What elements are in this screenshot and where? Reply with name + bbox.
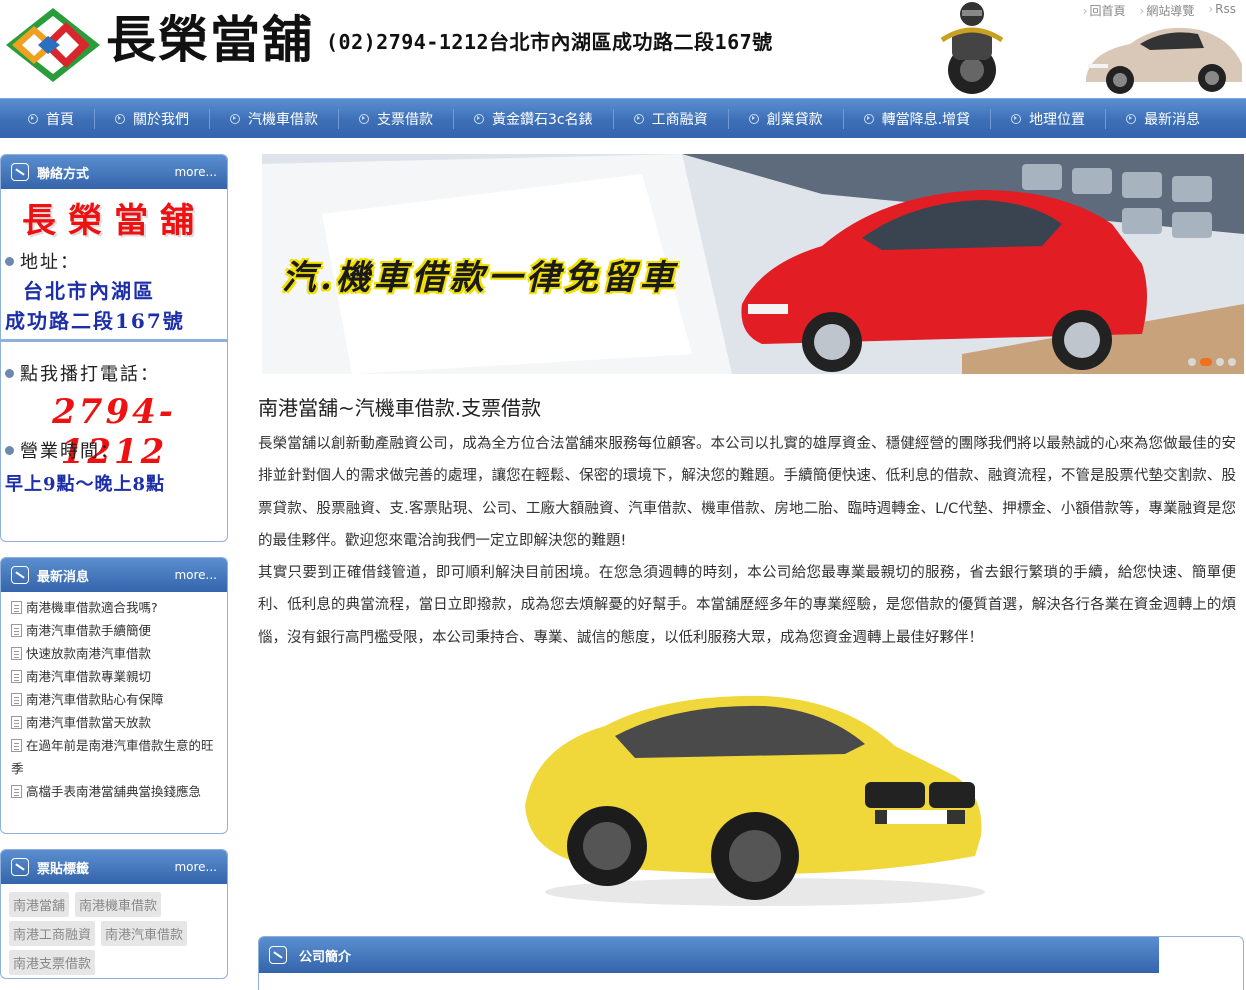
bullet-icon [5,256,14,266]
page-title: 南港當舖~汽機車借款.支票借款 [258,396,542,420]
nav-arrow-icon [474,113,484,124]
logo-icon[interactable] [4,6,102,84]
news-item[interactable]: 南港汽車借款貼心有保障 [11,688,219,711]
bullet-icon [5,368,14,378]
nav-arrow-icon [230,113,240,124]
tag-item[interactable]: 南港工商融資 [9,921,96,946]
tags-box-header: 票貼標籤 more... [1,850,227,884]
hero-banner[interactable]: 汽.機車借款一律免留車 [262,154,1244,374]
nav-item-home[interactable]: 首頁 [28,99,94,139]
document-icon [11,693,22,706]
tag-cloud: 南港當舖 南港機車借款 南港工商融資 南港汽車借款 南港支票借款 [1,884,227,978]
tag-item[interactable]: 南港當舖 [9,892,70,917]
document-icon [11,739,22,752]
nav-item-cheque-loan[interactable]: 支票借款 [359,99,453,139]
business-hours: 早上9點～晚上8點 [5,474,166,495]
slider-dot[interactable] [1188,358,1196,366]
news-item[interactable]: 高檔手表南港當舖典當換錢應急 [11,780,219,803]
nav-divider [727,108,729,129]
sports-car-image [1086,27,1242,94]
company-profile-box: 公司簡介 [258,936,1244,990]
contact-body: 長榮當舖 地址： 台北市內湖區 成功路二段167號 點我播打電話： 2794-1… [1,189,227,496]
nav-divider [1105,108,1107,129]
contact-box-header: 聯絡方式 more... [1,155,227,189]
tag-item[interactable]: 南港汽車借款 [101,921,188,946]
nav-divider [209,108,210,129]
address-line-1: 台北市內湖區 [23,279,155,303]
nav-item-business-finance[interactable]: 工商融資 [633,99,728,139]
contact-more-link[interactable]: more... [174,165,217,179]
contact-shop-name: 長榮當舖 [22,201,206,241]
news-box: 最新消息 more... 南港機車借款適合我嗎? 南港汽車借款手續簡便 快速放款… [0,557,228,834]
nav-divider [990,108,992,129]
phone-label: 點我播打電話： [1,362,227,385]
company-profile-header: 公司簡介 [259,937,1159,973]
contact-divider [1,339,227,342]
header-contact-line: (02)2794-1212台北市內湖區成功路二段167號 [326,30,773,54]
nav-item-startup-loan[interactable]: 創業貸款 [748,99,843,139]
nav-arrow-icon [28,113,38,124]
edit-icon [11,858,29,876]
tags-box: 票貼標籤 more... 南港當舖 南港機車借款 南港工商融資 南港汽車借款 南… [0,849,228,979]
phone-number[interactable]: 2794-1212 [1,392,227,472]
hours-label: 營業時間： [1,438,227,462]
news-more-link[interactable]: more... [174,568,217,582]
brand-name: 長榮當舖 [106,10,314,69]
document-icon [11,647,22,660]
nav-item-location[interactable]: 地理位置 [1011,99,1105,139]
yellow-car-image [525,695,985,906]
news-list: 南港機車借款適合我嗎? 南港汽車借款手續簡便 快速放款南港汽車借款 南港汽車借款… [1,592,227,809]
address-line-2: 成功路二段167號 [5,309,185,333]
slider-dot[interactable] [1228,358,1236,366]
nav-item-news[interactable]: 最新消息 [1126,99,1220,139]
motorcycle-image [922,0,1022,96]
slider-dot[interactable] [1216,358,1224,366]
news-item[interactable]: 快速放款南港汽車借款 [11,642,219,665]
news-item[interactable]: 南港機車借款適合我嗎? [11,596,219,619]
nav-divider [338,108,339,129]
document-icon [11,601,22,614]
news-item[interactable]: 南港汽車借款當天放款 [11,711,219,734]
edit-icon [11,566,29,584]
document-icon [11,785,22,798]
nav-arrow-icon [359,113,369,124]
nav-item-refinance[interactable]: 轉當降息.增貸 [863,99,990,139]
main-nav: 首頁 關於我們 汽機車借款 支票借款 黃金鑽石3c名錶 工商融資 創業貸款 轉當… [0,98,1246,138]
edit-icon [269,946,287,964]
tags-more-link[interactable]: more... [174,860,217,874]
news-item[interactable]: 在過年前是南港汽車借款生意的旺季 [11,734,219,780]
nav-item-vehicle-loan[interactable]: 汽機車借款 [230,99,338,139]
nav-arrow-icon [633,113,644,124]
intro-paragraph-2: 其實只要到正確借錢管道，即可順利解決目前困境。在您急須週轉的時刻，本公司給您最專… [258,565,1236,646]
document-icon [11,670,22,683]
address-label: 地址： [1,251,227,273]
tag-item[interactable]: 南港支票借款 [9,950,96,975]
nav-divider [94,108,95,129]
slider-dot-active[interactable] [1200,358,1212,366]
nav-item-about[interactable]: 關於我們 [115,99,209,139]
nav-divider [612,108,614,129]
nav-item-gold-jewelry[interactable]: 黃金鑽石3c名錶 [474,99,613,139]
nav-arrow-icon [863,113,874,124]
nav-divider [842,108,844,129]
tag-item[interactable]: 南港機車借款 [75,892,162,917]
nav-arrow-icon [1126,113,1137,124]
slider-dots [1188,358,1236,366]
bullet-icon [5,445,14,455]
nav-divider [453,108,454,129]
site-header: 長榮當舖 (02)2794-1212台北市內湖區成功路二段167號 › 回首頁 ›… [0,0,1246,98]
document-icon [11,624,22,637]
nav-arrow-icon [1011,113,1022,124]
document-icon [11,716,22,729]
news-box-header: 最新消息 more... [1,558,227,592]
intro-paragraph-1: 長榮當舖以創新動產融資公司，成為全方位合法當舖來服務每位顧客。本公司以扎實的雄厚… [258,436,1236,549]
nav-arrow-icon [748,113,759,124]
contact-box: 聯絡方式 more... 長榮當舖 地址： 台北市內湖區 成功路二段167號 點… [0,154,228,542]
nav-arrow-icon [115,113,125,124]
banner-slogan: 汽.機車借款一律免留車 [282,258,678,298]
intro-text: 長榮當舖以創新動產融資公司，成為全方位合法當舖來服務每位顧客。本公司以扎實的雄厚… [258,428,1236,654]
edit-icon [11,163,29,181]
news-item[interactable]: 南港汽車借款專業親切 [11,665,219,688]
news-item[interactable]: 南港汽車借款手續簡便 [11,619,219,642]
